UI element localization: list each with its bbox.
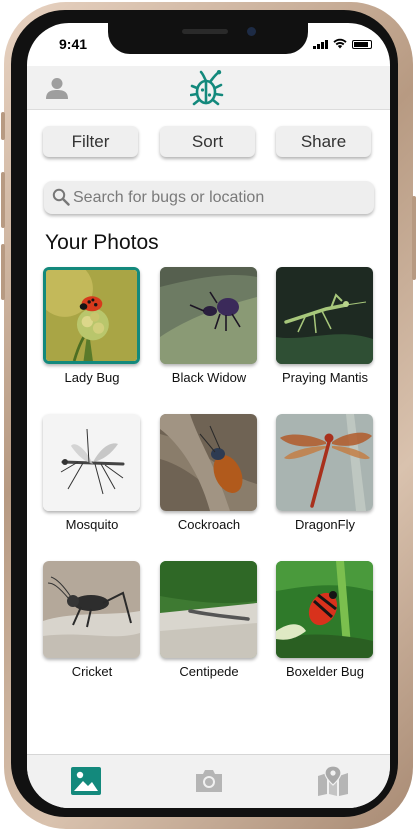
cellular-signal-icon xyxy=(313,40,328,49)
status-time: 9:41 xyxy=(59,36,88,52)
side-button-mute xyxy=(1,112,5,140)
app-screen: 9:41 Filter Sort Share Search for bugs o… xyxy=(27,23,390,808)
share-button[interactable]: Share xyxy=(276,126,371,157)
photo-thumbnail-praying-mantis[interactable] xyxy=(276,267,373,364)
photo-label: Cockroach xyxy=(177,517,241,532)
photo-thumbnail-black-widow[interactable] xyxy=(160,267,257,364)
user-icon[interactable] xyxy=(45,76,69,100)
photo-item-praying-mantis[interactable]: Praying Mantis xyxy=(276,267,373,385)
photo-label: Mosquito xyxy=(65,517,119,532)
status-icons xyxy=(313,38,372,49)
wifi-icon xyxy=(333,38,347,49)
battery-icon xyxy=(352,40,372,49)
photo-thumbnail-boxelder-bug[interactable] xyxy=(276,561,373,658)
search-bar[interactable] xyxy=(44,181,374,214)
map-icon[interactable] xyxy=(317,766,349,796)
search-input[interactable] xyxy=(73,181,363,214)
sort-button[interactable]: Sort xyxy=(160,126,255,157)
photo-label: Cricket xyxy=(71,664,113,679)
photo-thumbnail-mosquito[interactable] xyxy=(43,414,140,511)
photo-item-black-widow[interactable]: Black Widow xyxy=(160,267,257,385)
cricket-photo xyxy=(43,561,140,658)
photo-label: Black Widow xyxy=(171,370,247,385)
photo-item-boxelder-bug[interactable]: Boxelder Bug xyxy=(276,561,373,679)
notch xyxy=(108,23,308,54)
photo-label: Praying Mantis xyxy=(282,370,368,385)
photo-item-cockroach[interactable]: Cockroach xyxy=(160,414,257,532)
black-widow-photo xyxy=(160,267,257,364)
photo-thumbnail-cricket[interactable] xyxy=(43,561,140,658)
bottom-tab-bar xyxy=(27,754,390,808)
centipede-photo xyxy=(160,561,257,658)
camera-icon[interactable] xyxy=(193,766,225,796)
section-title: Your Photos xyxy=(45,231,159,254)
photo-label: Boxelder Bug xyxy=(285,664,365,679)
filter-button[interactable]: Filter xyxy=(43,126,138,157)
app-header xyxy=(27,66,390,110)
photo-item-cricket[interactable]: Cricket xyxy=(43,561,140,679)
toolbar: Filter Sort Share xyxy=(43,126,373,158)
speaker xyxy=(182,29,228,34)
front-camera xyxy=(247,27,256,36)
praying-mantis-photo xyxy=(276,267,373,364)
bug-logo-icon xyxy=(190,70,224,106)
photo-label: Lady Bug xyxy=(64,370,120,385)
photo-label: Centipede xyxy=(179,664,239,679)
photo-item-dragonfly[interactable]: DragonFly xyxy=(276,414,373,532)
photo-thumbnail-dragonfly[interactable] xyxy=(276,414,373,511)
photo-thumbnail-lady-bug[interactable] xyxy=(43,267,140,364)
dragonfly-photo xyxy=(276,414,373,511)
photo-item-centipede[interactable]: Centipede xyxy=(160,561,257,679)
side-button-volume-up xyxy=(1,172,5,228)
photo-item-mosquito[interactable]: Mosquito xyxy=(43,414,140,532)
image-icon[interactable] xyxy=(70,766,102,796)
side-button-power xyxy=(412,196,416,280)
photo-thumbnail-centipede[interactable] xyxy=(160,561,257,658)
mosquito-photo xyxy=(43,414,140,511)
photo-thumbnail-cockroach[interactable] xyxy=(160,414,257,511)
photo-label: DragonFly xyxy=(295,517,355,532)
side-button-volume-down xyxy=(1,244,5,300)
cockroach-photo xyxy=(160,414,257,511)
lady-bug-photo xyxy=(46,270,137,361)
boxelder-bug-photo xyxy=(276,561,373,658)
search-icon xyxy=(52,188,70,206)
photo-item-lady-bug[interactable]: Lady Bug xyxy=(43,267,140,385)
